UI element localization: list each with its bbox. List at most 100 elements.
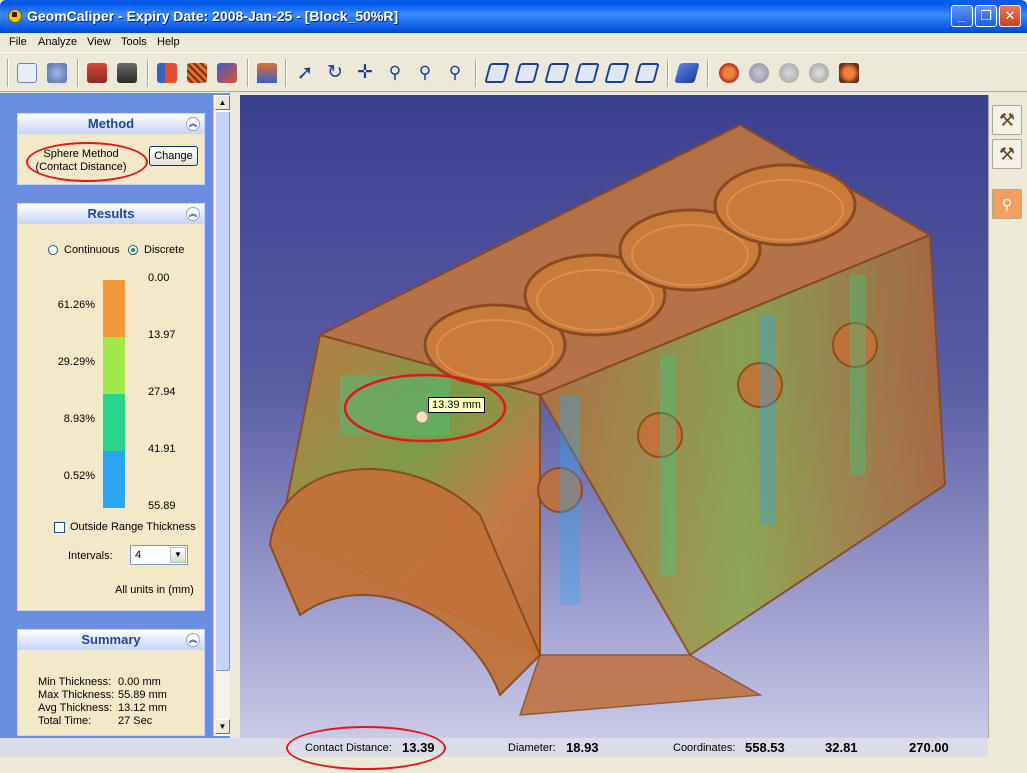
summary-label: Avg Thickness: <box>38 702 113 714</box>
intervals-select[interactable]: 4 ▼ <box>130 545 188 565</box>
toolbar-separator <box>285 59 287 87</box>
radio-dot <box>131 248 135 252</box>
toolbar-separator <box>7 59 9 87</box>
report-icon[interactable] <box>17 63 37 83</box>
menu-help[interactable]: Help <box>157 36 180 48</box>
toolbar-separator <box>247 59 249 87</box>
rotate-icon[interactable]: ↻ <box>325 63 345 83</box>
change-method-button[interactable]: Change <box>149 146 198 166</box>
radio-continuous[interactable] <box>48 245 58 255</box>
menu-file[interactable]: File <box>9 36 27 48</box>
print-icon[interactable] <box>47 63 67 83</box>
minimize-button[interactable]: _ <box>951 5 973 27</box>
highlight-oval <box>26 142 148 182</box>
outside-range-label: Outside Range Thickness <box>70 521 196 533</box>
section-icon[interactable] <box>157 63 177 83</box>
summary-row: Total Time: 27 Sec <box>38 715 188 728</box>
coordinate-x: 558.53 <box>745 740 785 755</box>
radio-discrete[interactable] <box>128 245 138 255</box>
probe-tool-icon[interactable]: ⚲ <box>992 189 1022 219</box>
collapse-chevron-icon[interactable]: ︽ <box>186 633 200 647</box>
caliper-icon[interactable]: ⚒ <box>992 105 1022 135</box>
units-note: All units in (mm) <box>115 584 194 596</box>
legend-percent-label: 29.29% <box>57 356 95 368</box>
panel-scrollbar[interactable]: ▲ ▼ <box>213 95 230 736</box>
legend-value-label: 13.97 <box>148 329 176 341</box>
menu-bar: File Analyze View Tools Help <box>0 33 1027 51</box>
select-arrow-icon[interactable]: ➚ <box>295 63 315 83</box>
view-solid-icon[interactable] <box>674 63 700 83</box>
legend-band <box>103 337 125 394</box>
view-iso-6-icon[interactable] <box>634 63 660 83</box>
legend-band <box>103 394 125 451</box>
collapse-chevron-icon[interactable]: ︽ <box>186 207 200 221</box>
home-icon[interactable] <box>257 63 277 83</box>
radio-continuous-label: Continuous <box>64 244 120 256</box>
legend-percent-label: 0.52% <box>63 470 95 482</box>
summary-label: Total Time: <box>38 715 92 727</box>
legend-value-label: 41.91 <box>148 443 176 455</box>
toolbar-separator <box>707 59 709 87</box>
display-mode-4-icon[interactable] <box>809 63 829 83</box>
radio-discrete-label: Discrete <box>144 244 185 256</box>
view-iso-3-icon[interactable] <box>544 63 570 83</box>
summary-value: 0.00 mm <box>118 676 161 688</box>
menu-analyze[interactable]: Analyze <box>38 36 77 48</box>
hatch-icon[interactable] <box>187 63 207 83</box>
scroll-down-icon[interactable]: ▼ <box>215 719 230 734</box>
summary-group: Summary ︽ Min Thickness: 0.00 mm Max Thick… <box>17 629 205 736</box>
view-iso-5-icon[interactable] <box>604 63 630 83</box>
pan-icon[interactable]: ✛ <box>355 63 375 83</box>
coordinates-label: Coordinates: <box>673 742 736 754</box>
summary-row: Max Thickness: 55.89 mm <box>38 689 188 702</box>
view-iso-4-icon[interactable] <box>574 63 600 83</box>
scroll-up-icon[interactable]: ▲ <box>215 95 230 110</box>
intervals-label: Intervals: <box>68 550 113 562</box>
display-mode-2-icon[interactable] <box>749 63 769 83</box>
method-header[interactable]: Method ︽ <box>18 114 204 134</box>
save-icon[interactable] <box>117 63 137 83</box>
engine-block-model[interactable] <box>240 95 988 738</box>
display-mode-3-icon[interactable] <box>779 63 799 83</box>
collapse-chevron-icon[interactable]: ︽ <box>186 117 200 131</box>
outside-range-checkbox[interactable] <box>54 522 65 533</box>
display-mode-5-icon[interactable] <box>839 63 859 83</box>
summary-header[interactable]: Summary ︽ <box>18 630 204 650</box>
restore-button[interactable]: ❐ <box>975 5 997 27</box>
zoom-window-icon[interactable]: ⚲ <box>385 63 405 83</box>
diameter-label: Diameter: <box>508 742 556 754</box>
legend-band <box>103 280 125 337</box>
display-mode-1-icon[interactable] <box>719 63 739 83</box>
view-iso-1-icon[interactable] <box>484 63 510 83</box>
menu-tools[interactable]: Tools <box>121 36 147 48</box>
menu-view[interactable]: View <box>87 36 111 48</box>
zoom-fit-icon[interactable]: ⚲ <box>415 63 435 83</box>
summary-label: Min Thickness: <box>38 676 112 688</box>
legend-band <box>103 451 125 508</box>
intervals-value: 4 <box>135 549 142 561</box>
coordinate-z: 270.00 <box>909 740 949 755</box>
coordinate-y: 32.81 <box>825 740 858 755</box>
view-iso-2-icon[interactable] <box>514 63 540 83</box>
zoom-in-icon[interactable]: ⚲ <box>445 63 465 83</box>
summary-row: Min Thickness: 0.00 mm <box>38 676 188 689</box>
legend-color-bar <box>103 280 125 508</box>
legend-value-label: 0.00 <box>148 272 170 284</box>
results-header[interactable]: Results ︽ <box>18 204 204 224</box>
close-button[interactable]: ✕ <box>999 5 1021 27</box>
scroll-thumb[interactable] <box>215 111 230 671</box>
probe-sphere <box>415 410 429 424</box>
toolbar-separator <box>667 59 669 87</box>
color-icon[interactable] <box>217 63 237 83</box>
multi-caliper-icon[interactable]: ⚒ <box>992 139 1022 169</box>
title-bar[interactable]: GeomCaliper - Expiry Date: 2008-Jan-25 -… <box>0 0 1027 33</box>
method-title: Method <box>87 116 135 131</box>
dropdown-arrow-icon[interactable]: ▼ <box>170 547 186 563</box>
summary-title: Summary <box>81 632 141 647</box>
toolbar-separator <box>77 59 79 87</box>
3d-viewport[interactable]: 13.39 mm <box>240 95 988 738</box>
status-bar: Contact Distance: 13.39 Diameter: 18.93 … <box>0 726 1027 773</box>
summary-table: Min Thickness: 0.00 mm Max Thickness: 55.89… <box>38 676 188 728</box>
open-icon[interactable] <box>87 63 107 83</box>
cylinder-bore <box>713 163 857 247</box>
